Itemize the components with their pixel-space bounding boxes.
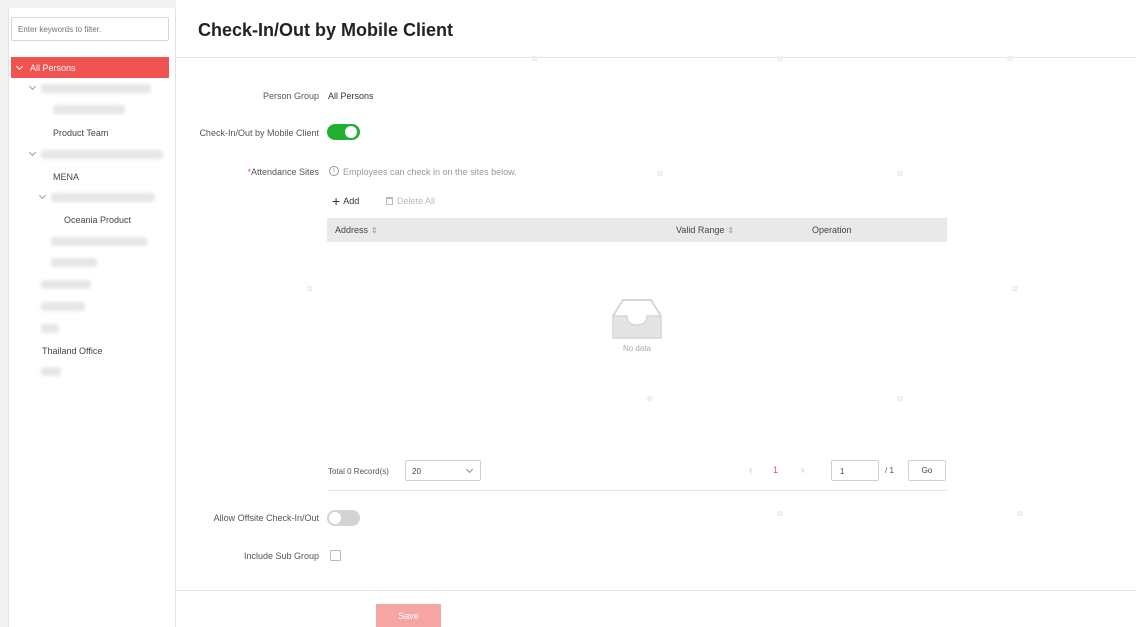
pagination-bar: Total 0 Record(s) 20 ‹ 1 › 1 / 1 Go [327, 459, 947, 483]
mobile-checkin-toggle[interactable] [327, 124, 360, 140]
go-button[interactable]: Go [908, 460, 946, 481]
settings-form: ❖ ❖ ❖ ❖ ❖ ❖ ❖ ❖ ❖ ❖ ❖ Person Group All P… [176, 52, 1136, 585]
empty-inbox-icon [612, 299, 662, 339]
delete-all-label: Delete All [397, 196, 436, 206]
tree-item-product-team[interactable]: Product Team [53, 128, 108, 138]
save-button[interactable]: Save [376, 604, 441, 627]
chevron-down-icon[interactable] [28, 148, 37, 157]
tree-item-all-persons[interactable]: All Persons [11, 57, 169, 78]
add-label: Add [343, 196, 360, 206]
watermark: ❖ [1008, 282, 1023, 297]
column-header-valid-range[interactable]: Valid Range ⇕ [676, 225, 734, 235]
page-size-select[interactable]: 20 [405, 460, 481, 481]
include-sub-group-label: Include Sub Group [243, 551, 319, 561]
page-header: Check-In/Out by Mobile Client [176, 0, 1136, 58]
tree-item-redacted[interactable] [51, 193, 155, 202]
person-group-value: All Persons [328, 91, 374, 101]
allow-offsite-label: Allow Offsite Check-In/Out [213, 513, 319, 523]
tree-filter-input[interactable] [11, 17, 169, 41]
delete-all-button[interactable]: Delete All [386, 196, 435, 206]
tree-item-redacted[interactable] [51, 237, 147, 246]
divider [327, 490, 947, 491]
attendance-sites-hint: Employees can check in on the sites belo… [343, 167, 517, 177]
sort-icon[interactable]: ⇕ [727, 226, 734, 235]
chevron-down-icon [465, 465, 474, 474]
watermark: ❖ [653, 167, 668, 182]
plus-icon: + [332, 193, 341, 209]
next-page-icon[interactable]: › [801, 465, 804, 476]
tree-item-redacted[interactable] [41, 302, 85, 311]
page-jump-input[interactable]: 1 [831, 460, 879, 481]
tree-item-redacted[interactable] [41, 150, 163, 159]
page-title: Check-In/Out by Mobile Client [198, 20, 454, 40]
empty-state-text: No data [622, 344, 652, 353]
watermark: ❖ [893, 167, 908, 182]
mobile-checkin-label: Check-In/Out by Mobile Client [199, 128, 319, 138]
chevron-down-icon [15, 62, 24, 70]
info-icon: i [329, 166, 339, 176]
column-header-operation: Operation [812, 225, 852, 235]
table-header: Address ⇕ Valid Range ⇕ Operation [327, 218, 947, 242]
allow-offsite-toggle[interactable] [327, 510, 360, 526]
current-page[interactable]: 1 [773, 465, 778, 475]
tree-item-mena[interactable]: MENA [53, 172, 79, 182]
column-header-address[interactable]: Address ⇕ [335, 225, 378, 235]
footer-bar: Save [176, 590, 1136, 627]
tree-item-redacted[interactable] [41, 84, 151, 93]
tree-item-redacted[interactable] [41, 367, 61, 376]
sites-table: Address ⇕ Valid Range ⇕ Operation No data [327, 218, 947, 490]
person-group-label: Person Group [262, 91, 319, 101]
app-window: All Persons Product Team MENA Oceania Pr… [0, 0, 1136, 627]
add-site-button[interactable]: + Add [332, 194, 359, 208]
attendance-sites-label: *Attendance Sites [247, 167, 319, 177]
tree-item-redacted[interactable] [41, 324, 59, 333]
total-records: Total 0 Record(s) [328, 467, 389, 476]
trash-icon [386, 197, 393, 205]
watermark: ❖ [773, 507, 788, 522]
person-tree-sidebar: All Persons Product Team MENA Oceania Pr… [8, 8, 176, 627]
toggle-knob [329, 512, 341, 524]
tree-item-redacted[interactable] [53, 105, 125, 114]
sort-icon[interactable]: ⇕ [371, 226, 378, 235]
tree-item-redacted[interactable] [41, 280, 91, 289]
tree-item-thailand-office[interactable]: Thailand Office [42, 346, 102, 356]
attendance-sites-label-text: Attendance Sites [250, 167, 319, 177]
prev-page-icon[interactable]: ‹ [749, 465, 752, 476]
chevron-down-icon[interactable] [28, 82, 37, 91]
tree-item-oceania-product[interactable]: Oceania Product [64, 215, 131, 225]
watermark: ❖ [303, 282, 318, 297]
tree-item-label: All Persons [30, 62, 76, 73]
watermark: ❖ [1013, 507, 1028, 522]
chevron-down-icon[interactable] [38, 191, 47, 200]
include-sub-group-checkbox[interactable] [330, 550, 341, 561]
main-panel: Check-In/Out by Mobile Client ❖ ❖ ❖ ❖ ❖ … [176, 0, 1136, 627]
page-total: / 1 [885, 466, 894, 475]
tree-item-redacted[interactable] [51, 258, 97, 267]
toggle-knob [345, 126, 357, 138]
